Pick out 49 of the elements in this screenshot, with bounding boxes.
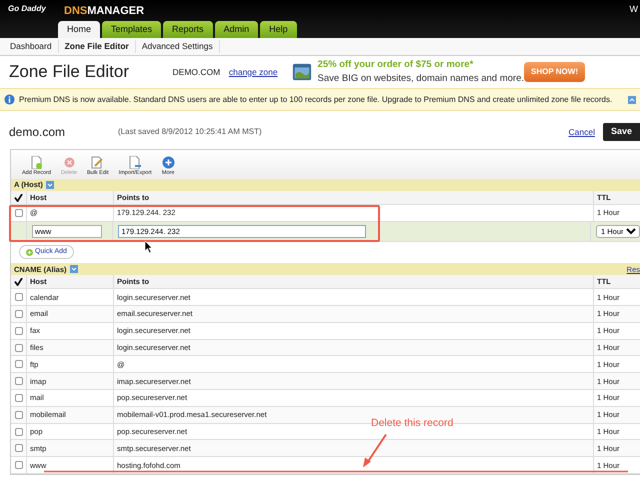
row-checkbox[interactable]	[14, 394, 22, 402]
promo-text: Save BIG on websites, domain names and more.	[318, 72, 524, 86]
delete-icon	[62, 156, 76, 169]
app-title: DNSMANAGER	[64, 4, 144, 19]
logo-text[interactable]: Go Daddy	[8, 3, 46, 15]
user-name[interactable]: W	[630, 3, 638, 16]
row-checkbox[interactable]	[14, 208, 22, 217]
expand-icon[interactable]	[46, 181, 54, 189]
plus-circle-icon	[162, 156, 175, 169]
nav-tab[interactable]: Reports	[163, 20, 213, 38]
domain-name: demo.com	[9, 124, 66, 141]
document-plus-icon	[30, 156, 44, 169]
expand-icon[interactable]	[70, 265, 78, 274]
mouse-pointer-icon	[145, 241, 153, 253]
row-checkbox[interactable]	[14, 461, 22, 470]
select-all-icon[interactable]	[14, 278, 23, 286]
info-icon	[4, 94, 15, 105]
subnav-link[interactable]: Dashboard	[4, 40, 59, 53]
row-checkbox[interactable]	[14, 310, 22, 318]
row-checkbox[interactable]	[14, 428, 22, 436]
row-checkbox[interactable]	[14, 293, 22, 302]
annotation-arrow	[362, 432, 388, 469]
plus-icon	[26, 248, 33, 256]
nav-tab[interactable]: Help	[260, 20, 297, 38]
premium-dns-link[interactable]: Premium DNS	[19, 94, 70, 104]
promo-icon	[292, 62, 312, 82]
collapse-icon[interactable]	[628, 96, 636, 104]
row-checkbox[interactable]	[14, 344, 22, 352]
change-zone-link[interactable]: change zone	[228, 66, 278, 78]
nav-tab[interactable]: Home	[58, 20, 100, 38]
select-all-icon[interactable]	[14, 194, 23, 202]
document-icon	[128, 156, 142, 169]
zone-name: DEMO.COM	[172, 66, 222, 78]
row-checkbox[interactable]	[14, 360, 22, 368]
page-title: Zone File Editor	[9, 61, 130, 84]
row-checkbox[interactable]	[14, 410, 22, 419]
nav-tab[interactable]: Admin	[214, 20, 258, 38]
nav-tab[interactable]: Templates	[102, 20, 162, 38]
row-checkbox[interactable]	[14, 444, 22, 452]
subnav-link[interactable]: Advanced Settings	[136, 40, 220, 53]
cancel-link[interactable]: Cancel	[568, 126, 595, 138]
notice-text: Premium DNS is now available. Standard DNS users are able to enter up to 100 records per zone file. Upgrade to Premium DNS and create unlimited zone file records.	[19, 94, 614, 106]
last-saved-text: (Last saved 8/9/2012 10:25:41 AM MST)	[118, 126, 262, 138]
subnav-link[interactable]: Zone File Editor	[58, 40, 136, 53]
row-checkbox[interactable]	[14, 377, 22, 386]
promo-headline: 25% off your order of $75 or more*	[318, 58, 474, 72]
save-button[interactable]: Save	[602, 123, 640, 141]
row-checkbox[interactable]	[14, 326, 22, 335]
document-pencil-icon	[91, 156, 104, 169]
